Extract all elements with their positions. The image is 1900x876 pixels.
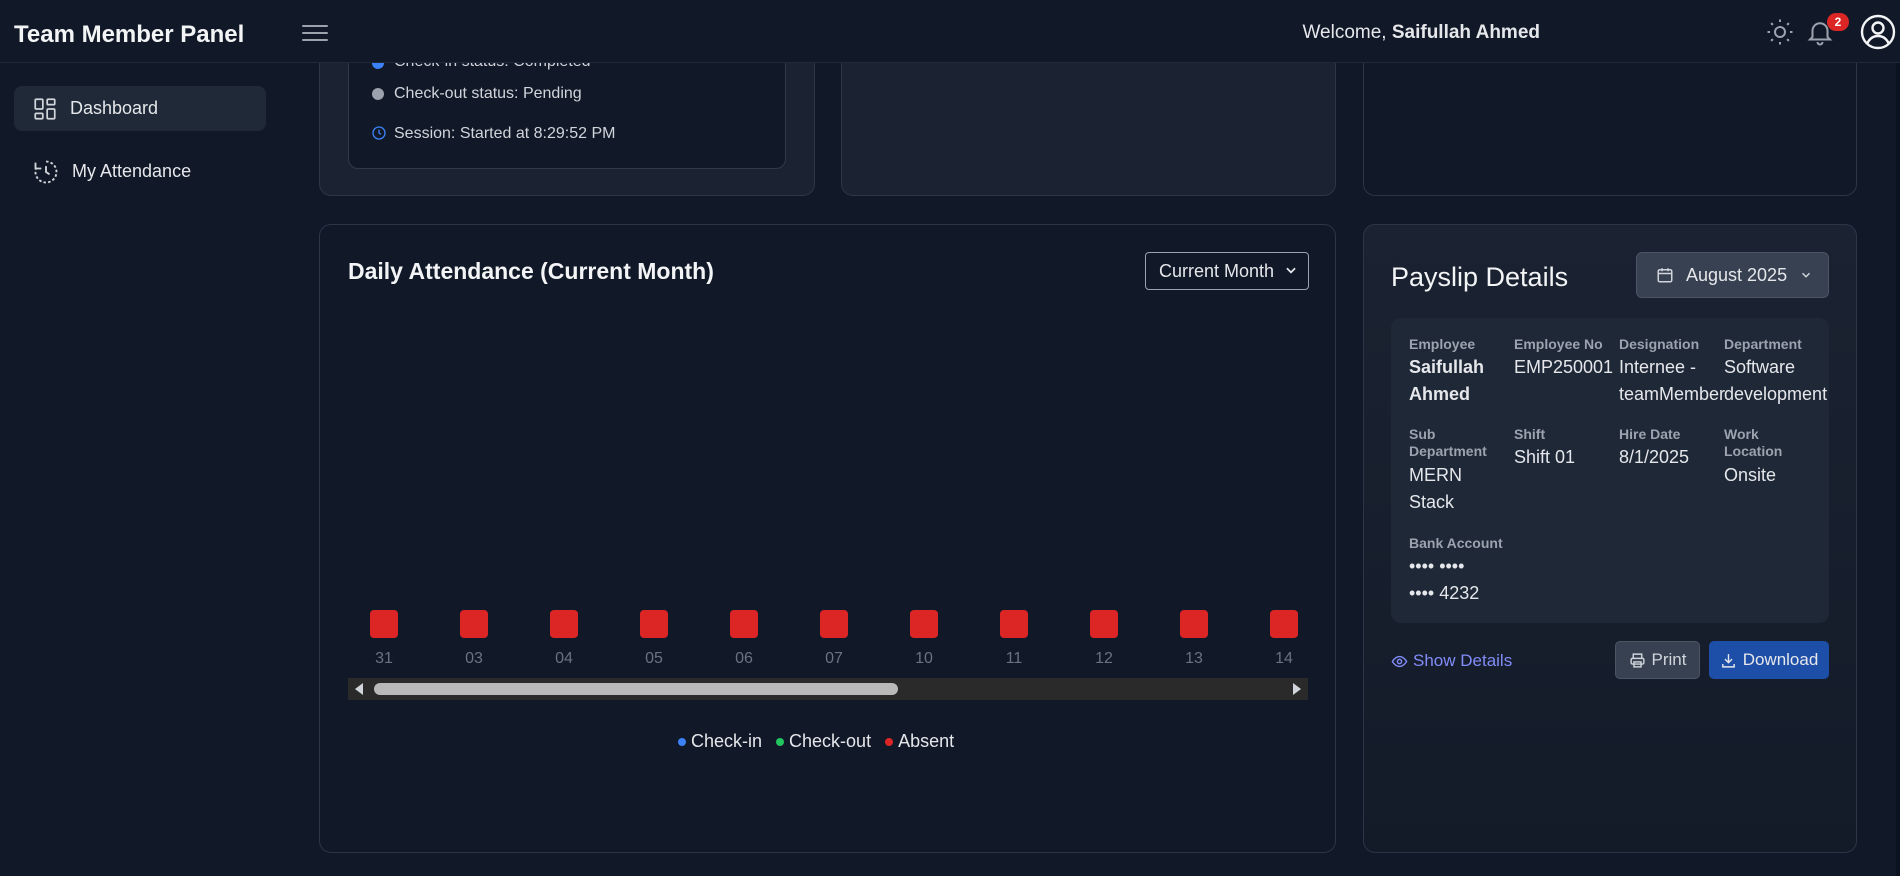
top-bar: Team Member Panel Welcome, Saifullah Ahm…	[0, 0, 1900, 63]
shift-label: Shift	[1514, 426, 1546, 442]
clock-icon	[372, 126, 386, 140]
department-label: Department	[1724, 336, 1802, 352]
employee-value: Saifullah Ahmed	[1409, 357, 1485, 404]
show-details-link[interactable]: Show Details	[1391, 651, 1512, 671]
print-label: Print	[1651, 650, 1687, 669]
x-tick-label: 14	[1275, 650, 1293, 667]
session-status: Session: Started at 8:29:52 PM	[394, 125, 616, 142]
employee-no-label: Employee No	[1514, 336, 1603, 352]
work-location-value: Onsite	[1724, 465, 1777, 485]
legend-absent[interactable]: Absent	[885, 731, 954, 752]
work-location-label: Work Location	[1724, 426, 1783, 459]
legend-check-in[interactable]: Check-in	[678, 731, 762, 752]
chart-scrollbar[interactable]	[348, 678, 1308, 700]
payslip-month-picker[interactable]: August 2025	[1636, 252, 1829, 298]
legend-label: Check-in	[691, 731, 763, 751]
show-details-label: Show Details	[1413, 651, 1513, 670]
x-tick-label: 07	[825, 650, 843, 667]
x-tick-label: 04	[555, 650, 573, 667]
welcome-prefix: Welcome,	[1302, 22, 1387, 43]
month-filter-select[interactable]: Current Month	[1145, 252, 1309, 290]
x-tick-label: 06	[735, 650, 753, 667]
attendance-chart: 31 03 04 05 06 07 10 11 12 13 14	[370, 610, 1298, 667]
employee-no-value: EMP250001	[1514, 357, 1614, 377]
x-tick-label: 03	[465, 650, 483, 667]
legend-swatch	[885, 737, 894, 746]
chevron-down-icon	[1802, 272, 1811, 278]
sidebar-item-my-attendance[interactable]: My Attendance	[14, 149, 266, 194]
attendance-marker-absent[interactable]	[550, 610, 578, 638]
department-value: Software development	[1724, 357, 1828, 404]
legend-swatch	[678, 737, 686, 746]
print-button[interactable]: Print	[1615, 641, 1700, 679]
hire-date-label: Hire Date	[1619, 426, 1681, 442]
attendance-marker-absent[interactable]	[1090, 610, 1118, 638]
chevron-down-icon	[1286, 267, 1296, 274]
payslip-title: Payslip Details	[1391, 262, 1569, 292]
menu-icon[interactable]	[302, 20, 328, 44]
app-title: Team Member Panel	[14, 21, 245, 48]
calendar-icon	[1657, 268, 1673, 283]
x-tick-label: 10	[915, 650, 933, 667]
checkout-status: Check-out status: Pending	[394, 85, 582, 102]
employee-label: Employee	[1409, 336, 1476, 352]
payslip-month-value: August 2025	[1686, 264, 1788, 285]
sidebar: Dashboard My Attendance	[0, 63, 280, 876]
clock-history-icon	[34, 160, 58, 183]
x-tick-label: 12	[1095, 650, 1113, 667]
shift-value: Shift 01	[1514, 447, 1576, 467]
sidebar-item-label: Dashboard	[70, 98, 159, 118]
bank-account-label: Bank Account	[1409, 535, 1503, 551]
chart-legend: Check-in Check-out Absent	[678, 731, 954, 752]
designation-label: Designation	[1619, 336, 1700, 352]
dashboard-icon	[34, 97, 56, 120]
sidebar-item-dashboard[interactable]: Dashboard	[14, 86, 266, 131]
sidebar-item-label: My Attendance	[72, 161, 192, 181]
download-button[interactable]: Download	[1709, 641, 1829, 679]
checkout-status-dot	[372, 88, 384, 100]
sub-department-value: MERN Stack	[1409, 465, 1462, 512]
sun-icon[interactable]	[1765, 17, 1795, 47]
user-icon[interactable]	[1860, 14, 1896, 50]
hire-date-value: 8/1/2025	[1619, 447, 1690, 467]
attendance-marker-absent[interactable]	[910, 610, 938, 638]
download-label: Download	[1742, 650, 1819, 669]
page-scrollbar[interactable]	[1896, 63, 1900, 876]
attendance-marker-absent[interactable]	[730, 610, 758, 638]
attendance-card	[319, 224, 1336, 853]
x-tick-label: 05	[645, 650, 663, 667]
scroll-thumb[interactable]	[374, 683, 898, 695]
designation-value: Internee - teamMember	[1619, 357, 1726, 404]
attendance-marker-absent[interactable]	[640, 610, 668, 638]
legend-swatch	[776, 737, 785, 746]
attendance-marker-absent[interactable]	[1180, 610, 1208, 638]
download-icon	[1721, 653, 1735, 668]
legend-label: Absent	[898, 731, 955, 751]
welcome-user-name: Saifullah Ahmed	[1391, 22, 1540, 43]
bank-account-value: •••• •••• •••• 4232	[1409, 556, 1480, 603]
month-filter-value: Current Month	[1159, 261, 1275, 281]
attendance-marker-absent[interactable]	[820, 610, 848, 638]
sub-department-label: Sub Department	[1409, 426, 1487, 459]
scroll-right-arrow[interactable]	[1293, 683, 1301, 695]
x-tick-label: 13	[1185, 650, 1203, 667]
notification-badge: 2	[1827, 13, 1849, 31]
x-tick-label: 11	[1006, 650, 1023, 667]
legend-label: Check-out	[789, 731, 872, 751]
legend-check-out[interactable]: Check-out	[776, 731, 871, 752]
printer-icon	[1629, 652, 1645, 668]
attendance-marker-absent[interactable]	[1270, 610, 1298, 638]
attendance-title: Daily Attendance (Current Month)	[348, 258, 714, 284]
attendance-marker-absent[interactable]	[370, 610, 398, 638]
x-tick-label: 31	[375, 650, 393, 667]
attendance-marker-absent[interactable]	[460, 610, 488, 638]
attendance-marker-absent[interactable]	[1000, 610, 1028, 638]
scroll-left-arrow[interactable]	[355, 683, 363, 695]
welcome-text: Welcome, Saifullah Ahmed	[1302, 22, 1540, 44]
eye-icon	[1391, 655, 1408, 667]
